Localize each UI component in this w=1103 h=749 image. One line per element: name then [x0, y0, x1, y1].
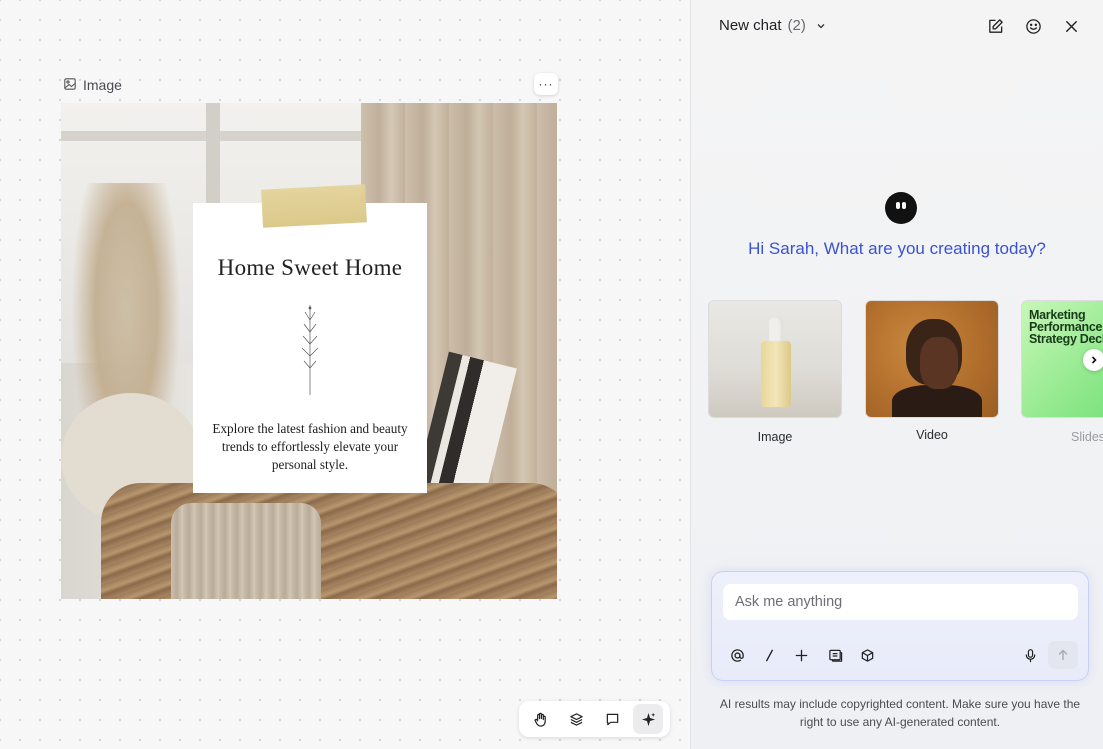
close-icon [1065, 20, 1077, 32]
sparkle-icon [641, 712, 655, 726]
at-icon [730, 648, 744, 662]
suggestion-label: Slides [1071, 430, 1103, 444]
chat-count: (2) [787, 17, 806, 34]
card-body-text[interactable]: Explore the latest fashion and beauty tr… [207, 420, 413, 474]
more-icon: ··· [538, 77, 554, 91]
portrait-shoulder [892, 385, 982, 417]
suggestion-video-thumbnail[interactable] [865, 300, 999, 418]
smiley-icon [1025, 18, 1041, 34]
3d-object-button[interactable] [858, 646, 876, 664]
chevron-right-icon [1091, 356, 1097, 364]
hand-tool-button[interactable] [526, 704, 556, 734]
edit-icon [988, 18, 1003, 33]
suggestion-image[interactable]: Image [708, 300, 842, 444]
text-card[interactable]: Home Sweet Home Explore the latest fashi… [193, 203, 427, 493]
prompt-library-button[interactable] [826, 646, 844, 664]
carousel-next-button[interactable] [1083, 349, 1103, 371]
chevron-down-icon [817, 23, 825, 28]
chat-panel: New chat (2) Hi Sarah, What are you crea… [690, 0, 1103, 749]
chat-composer [711, 571, 1089, 681]
hand-icon [534, 712, 547, 727]
frame-label-text: Image [83, 77, 122, 93]
library-icon [828, 649, 842, 662]
suggestion-image-thumbnail[interactable] [708, 300, 842, 418]
suggestion-label: Image [757, 430, 793, 444]
photo-knit-blanket [171, 503, 321, 599]
slash-command-button[interactable] [760, 646, 778, 664]
layers-icon [570, 712, 583, 726]
slash-icon [765, 649, 773, 661]
portrait-face [920, 337, 958, 389]
layers-tool-button[interactable] [562, 704, 592, 734]
voice-input-button[interactable] [1021, 646, 1039, 664]
slides-thumbnail-title: Marketing Performance & Strategy Deck [1029, 308, 1103, 346]
chat-title-dropdown[interactable]: New chat (2) [719, 17, 826, 34]
chat-input[interactable] [723, 584, 1078, 620]
canvas-toolbar [519, 701, 670, 737]
feedback-button[interactable] [1023, 16, 1043, 36]
sprig-illustration-icon [301, 305, 319, 395]
comment-tool-button[interactable] [597, 704, 627, 734]
greeting-text: Hi Sarah, What are you creating today? [748, 239, 1046, 258]
new-chat-button[interactable] [985, 16, 1005, 36]
photo-basket [101, 483, 557, 599]
serum-bottle [761, 341, 791, 407]
canvas[interactable]: Image ··· Home Sweet Home Explore the la… [0, 0, 690, 749]
close-panel-button[interactable] [1061, 16, 1081, 36]
comment-icon [606, 713, 619, 725]
ai-disclaimer: AI results may include copyrighted conte… [719, 697, 1081, 729]
image-icon [64, 77, 76, 93]
ai-sparkle-tool-button[interactable] [633, 704, 664, 734]
microphone-icon [1025, 648, 1035, 662]
frame-label[interactable]: Image [64, 77, 122, 93]
arrow-up-icon [1058, 649, 1068, 661]
cube-icon [861, 648, 873, 662]
tape-decoration [261, 184, 367, 228]
send-button[interactable] [1048, 641, 1078, 669]
card-title[interactable]: Home Sweet Home [193, 255, 427, 281]
mention-button[interactable] [728, 646, 746, 664]
serum-bottle-cap [769, 317, 783, 343]
assistant-avatar [885, 192, 917, 224]
chat-title: New chat [719, 17, 782, 34]
add-attachment-button[interactable] [792, 646, 810, 664]
suggestion-video[interactable]: Video [865, 300, 999, 442]
more-options-button[interactable]: ··· [534, 73, 558, 95]
plus-icon [795, 649, 807, 661]
suggestion-slides[interactable]: Marketing Performance & Strategy Deck Sl… [1021, 300, 1103, 444]
suggestion-label: Video [916, 428, 948, 442]
